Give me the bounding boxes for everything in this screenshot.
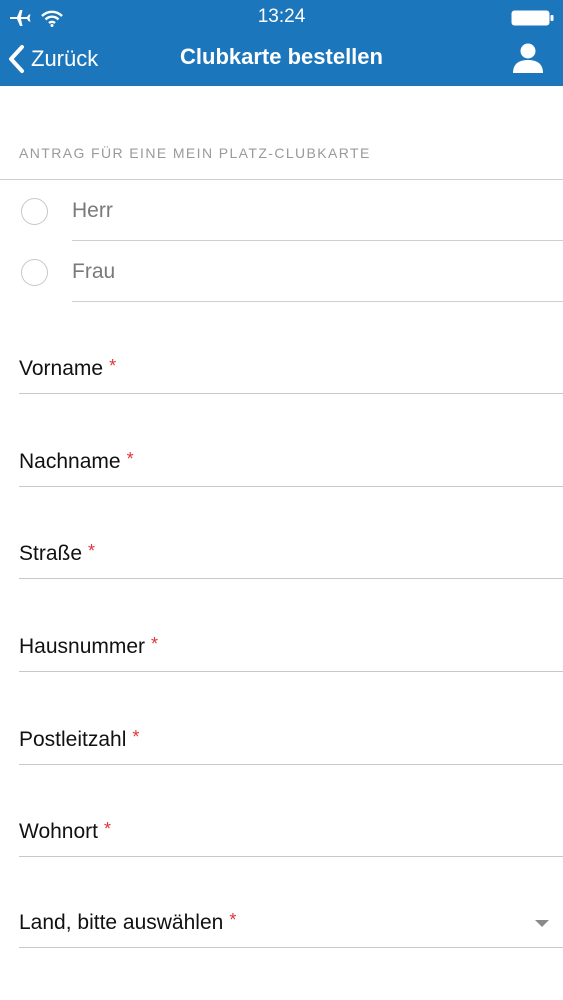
field-underline xyxy=(19,486,563,487)
city-label: Wohnort * xyxy=(19,819,112,843)
app-header: 13:24 Zurück Clubkarte bestellen xyxy=(0,0,563,86)
status-bar: 13:24 xyxy=(0,0,563,36)
field-underline xyxy=(19,856,563,857)
field-underline xyxy=(19,947,563,948)
country-label: Land, bitte auswählen * xyxy=(19,910,237,934)
profile-button[interactable] xyxy=(510,40,546,76)
navigation-bar: Zurück Clubkarte bestellen xyxy=(0,36,563,86)
page-title: Clubkarte bestellen xyxy=(180,44,383,69)
house-number-label: Hausnummer * xyxy=(19,634,159,658)
section-header: ANTRAG FÜR EINE MEIN PLATZ-CLUBKARTE xyxy=(19,145,371,161)
required-marker: * xyxy=(132,727,140,747)
radio-label-frau: Frau xyxy=(72,260,116,283)
required-marker: * xyxy=(151,634,159,654)
radio-button-frau[interactable] xyxy=(21,259,48,286)
field-underline xyxy=(19,393,563,394)
city-field[interactable]: Wohnort * xyxy=(19,807,563,857)
postal-code-label: Postleitzahl * xyxy=(19,727,140,751)
house-number-field[interactable]: Hausnummer * xyxy=(19,622,563,672)
country-select[interactable]: Land, bitte auswählen * xyxy=(19,898,563,948)
divider xyxy=(72,240,563,241)
required-marker: * xyxy=(88,541,96,561)
field-underline xyxy=(19,764,563,765)
required-marker: * xyxy=(229,910,237,930)
required-marker: * xyxy=(126,449,134,469)
radio-button-herr[interactable] xyxy=(21,198,48,225)
street-field[interactable]: Straße * xyxy=(19,529,563,579)
field-underline xyxy=(19,671,563,672)
user-icon xyxy=(513,43,543,73)
required-marker: * xyxy=(109,356,117,376)
last-name-label: Nachname * xyxy=(19,449,134,473)
radio-label-herr: Herr xyxy=(72,199,113,222)
postal-code-field[interactable]: Postleitzahl * xyxy=(19,715,563,765)
required-marker: * xyxy=(104,819,112,839)
status-time: 13:24 xyxy=(257,6,306,27)
salutation-option-frau[interactable]: Frau xyxy=(0,242,563,302)
first-name-field[interactable]: Vorname * xyxy=(19,344,563,394)
field-underline xyxy=(19,578,563,579)
divider xyxy=(72,301,563,302)
section-divider xyxy=(0,179,563,180)
first-name-label: Vorname * xyxy=(19,356,117,380)
battery-icon xyxy=(511,10,554,26)
last-name-field[interactable]: Nachname * xyxy=(19,437,563,487)
salutation-option-herr[interactable]: Herr xyxy=(0,181,563,241)
street-label: Straße * xyxy=(19,541,96,565)
chevron-down-icon[interactable] xyxy=(535,920,549,927)
